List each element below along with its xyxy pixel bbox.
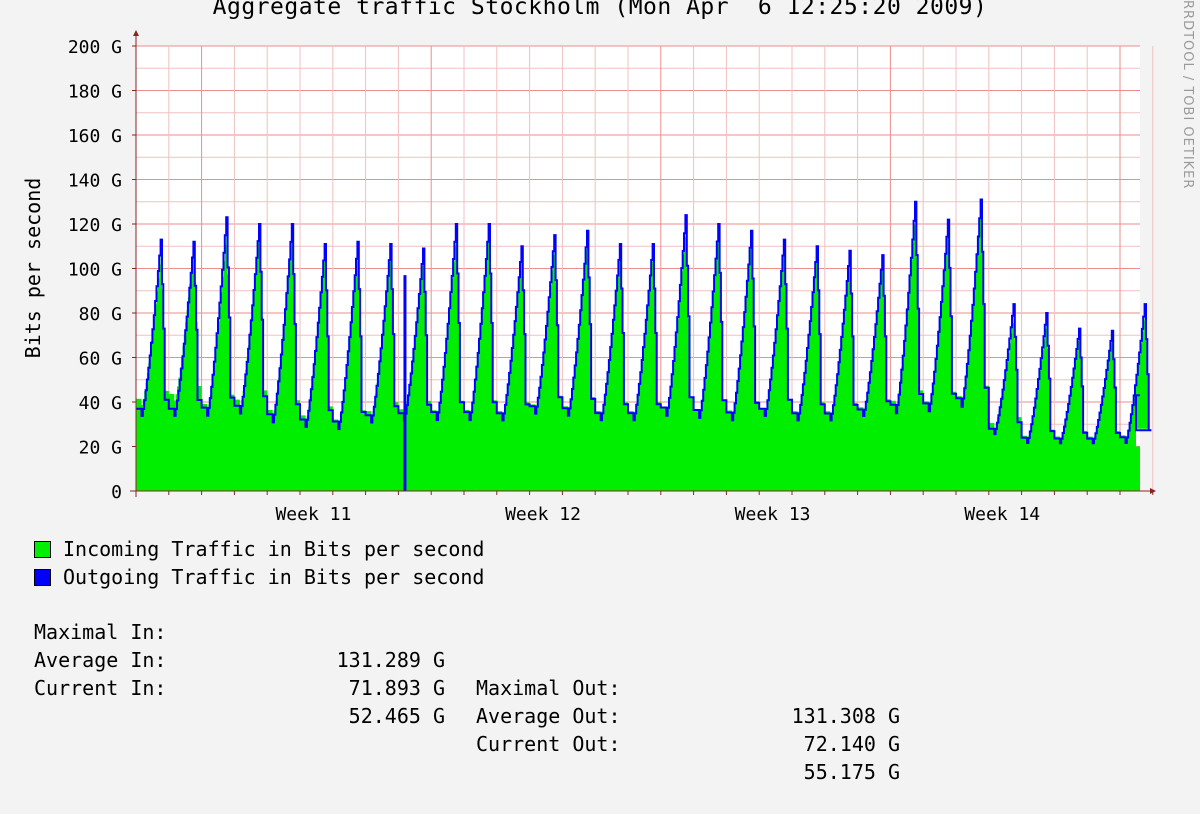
cur-out-label: Current Out: (476, 732, 621, 756)
incoming-swatch (34, 540, 51, 558)
max-out-label: Maximal Out: (476, 676, 621, 700)
stats-row-current: Current In: 52.465 G Current Out: 55.175… (0, 646, 900, 784)
legend-label-outgoing: Outgoing Traffic in Bits per second (63, 565, 485, 589)
y-tick-label: 40 G (79, 393, 122, 414)
y-tick-label: 120 G (68, 215, 122, 236)
outgoing-swatch (34, 568, 51, 586)
y-tick-label: 140 G (68, 171, 122, 192)
avg-out-value: 72.140 G (803, 732, 900, 756)
y-tick-label: 160 G (68, 126, 122, 147)
cur-out-value: 55.175 G (803, 760, 900, 784)
x-tick-label: Week 13 (735, 504, 811, 525)
max-out-value: 131.308 G (791, 704, 900, 728)
avg-in-value: 71.893 G (348, 676, 445, 700)
traffic-chart: Bits per second 0 20 G 40 G 60 G 80 G 100 G 12… (21, 30, 1156, 525)
y-axis-arrow (133, 30, 139, 36)
y-tick-label: 20 G (79, 438, 122, 459)
max-in-label: Maximal In: (34, 620, 167, 644)
cur-in-value: 52.465 G (348, 704, 445, 728)
y-tick-label: 100 G (68, 260, 122, 281)
y-axis-label: Bits per second (21, 178, 45, 359)
y-tick-labels: 0 20 G 40 G 60 G 80 G 100 G 120 G 140 G 160 G 180… (68, 37, 122, 503)
max-in-value: 131.289 G (336, 648, 445, 672)
stats-row-avg: Average In: 71.893 G Average Out: 72.140… (0, 618, 900, 756)
y-tick-label: 200 G (68, 37, 122, 58)
avg-out-label: Average Out: (476, 704, 621, 728)
y-tick-label: 180 G (68, 82, 122, 103)
avg-in-label: Average In: (34, 648, 167, 672)
legend-item-incoming: Incoming Traffic in Bits per second (34, 535, 484, 563)
legend-item-outgoing: Outgoing Traffic in Bits per second (34, 563, 484, 591)
stats-row-max: Maximal In: 131.289 G Maximal Out: 131.3… (0, 590, 900, 728)
y-tick-label: 80 G (79, 304, 122, 325)
y-tick-label: 0 (111, 482, 122, 503)
x-tick-labels: Week 11 Week 12 Week 13 Week 14 (275, 504, 1040, 525)
legend-label-incoming: Incoming Traffic in Bits per second (63, 537, 485, 561)
x-tick-label: Week 12 (505, 504, 581, 525)
y-tick-label: 60 G (79, 349, 122, 370)
x-tick-label: Week 11 (275, 504, 351, 525)
x-tick-label: Week 14 (964, 504, 1040, 525)
legend: Incoming Traffic in Bits per second Outg… (34, 535, 484, 591)
cur-in-label: Current In: (34, 676, 167, 700)
